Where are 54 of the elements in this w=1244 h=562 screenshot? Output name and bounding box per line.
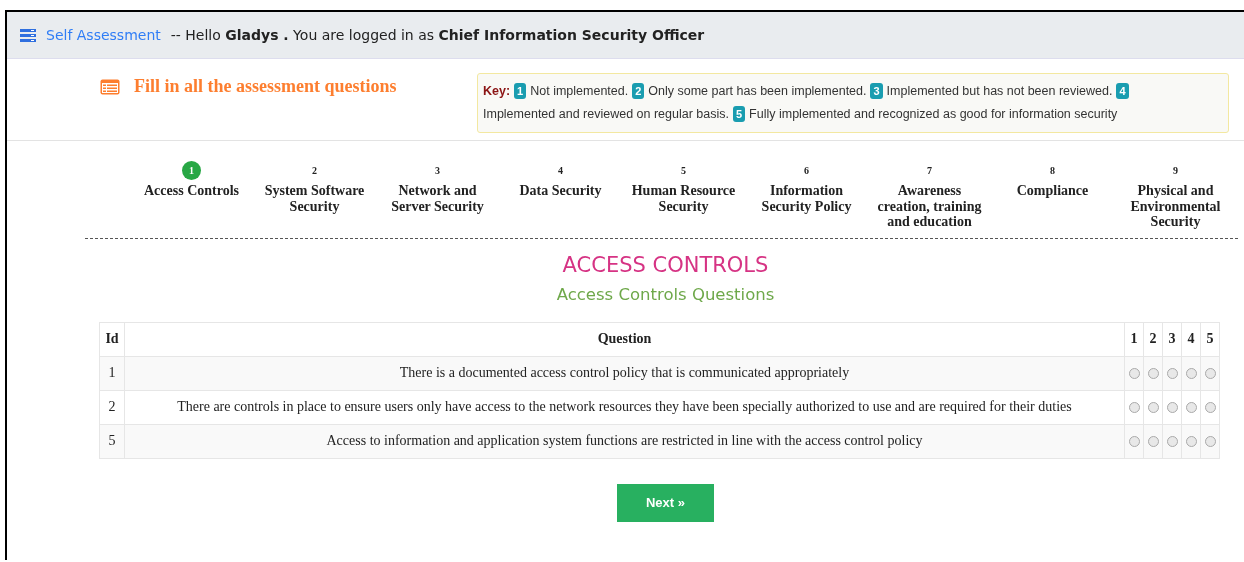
radio-button[interactable] xyxy=(1185,436,1197,448)
step-tab[interactable]: 6 Information Security Policy xyxy=(745,161,868,230)
table-cell: 5 xyxy=(99,424,125,458)
step-tab[interactable]: 3 Network and Server Security xyxy=(376,161,499,230)
column-header: 1 xyxy=(1124,322,1144,356)
number-badge: 3 xyxy=(870,83,883,99)
step-tab[interactable]: 5 Human Resource Security xyxy=(622,161,745,230)
key-text: Implemented but has not been reviewed. xyxy=(886,84,1113,98)
number-badge: 4 xyxy=(1116,83,1129,99)
column-header: 5 xyxy=(1200,322,1220,356)
list-icon xyxy=(20,28,36,42)
greeting-text: -- Hello Gladys . You are logged in as Chief Information Security Officer xyxy=(170,27,705,43)
number-badge: 5 xyxy=(733,106,746,122)
form-icon xyxy=(100,78,120,95)
step-tab[interactable]: 4 Data Security xyxy=(499,161,622,230)
column-header: 2 xyxy=(1143,322,1163,356)
instruction-heading: Fill in all the assessment questions xyxy=(134,76,397,97)
radio-button[interactable] xyxy=(1128,368,1140,380)
table-cell: 2 xyxy=(99,390,125,424)
radio-button[interactable] xyxy=(1128,436,1140,448)
radio-button[interactable] xyxy=(1166,436,1178,448)
key-label: Key: xyxy=(483,84,511,98)
radio-button[interactable] xyxy=(1166,368,1178,380)
step-tab[interactable]: 7 Awareness creation, training and education xyxy=(868,161,991,230)
number-badge: 1 xyxy=(514,83,527,99)
radio-button[interactable] xyxy=(1204,368,1216,380)
radio-button[interactable] xyxy=(1204,402,1216,414)
column-header: 3 xyxy=(1162,322,1182,356)
radio-button[interactable] xyxy=(1128,402,1140,414)
radio-button[interactable] xyxy=(1147,436,1159,448)
step-tab[interactable]: 2 System Software Security xyxy=(253,161,376,230)
column-header: 4 xyxy=(1181,322,1201,356)
radio-button[interactable] xyxy=(1204,436,1216,448)
radio-button[interactable] xyxy=(1147,402,1159,414)
table-cell: 1 xyxy=(99,356,125,390)
step-tab[interactable]: 9 Physical and Environmental Security xyxy=(1114,161,1237,230)
radio-button[interactable] xyxy=(1166,402,1178,414)
section-title: ACCESS CONTROLS xyxy=(561,252,770,277)
radio-button[interactable] xyxy=(1185,402,1197,414)
key-text: Not implemented. xyxy=(530,84,629,98)
radio-button[interactable] xyxy=(1147,368,1159,380)
key-text: Only some part has been implemented. xyxy=(648,84,867,98)
table-cell: There are controls in place to ensure users only have access to the network resources they have been specially authorized to use and are required for their duties xyxy=(124,390,1125,424)
step-tab[interactable]: 1 Access Controls xyxy=(130,161,253,230)
column-header: Id xyxy=(99,322,125,356)
column-header: Question xyxy=(124,322,1125,356)
number-badge: 2 xyxy=(632,83,645,99)
step-tab[interactable]: 8 Compliance xyxy=(991,161,1114,230)
key-text: Fully implemented and recognized as good for information security xyxy=(749,107,1118,121)
section-subtitle: Access Controls Questions xyxy=(555,284,776,304)
key-text: Implemented and reviewed on regular basis. xyxy=(483,107,729,121)
table-cell: Access to information and application system functions are restricted in line with the access control policy xyxy=(124,424,1125,458)
table-cell: There is a documented access control policy that is communicated appropriately xyxy=(124,356,1125,390)
radio-button[interactable] xyxy=(1185,368,1197,380)
